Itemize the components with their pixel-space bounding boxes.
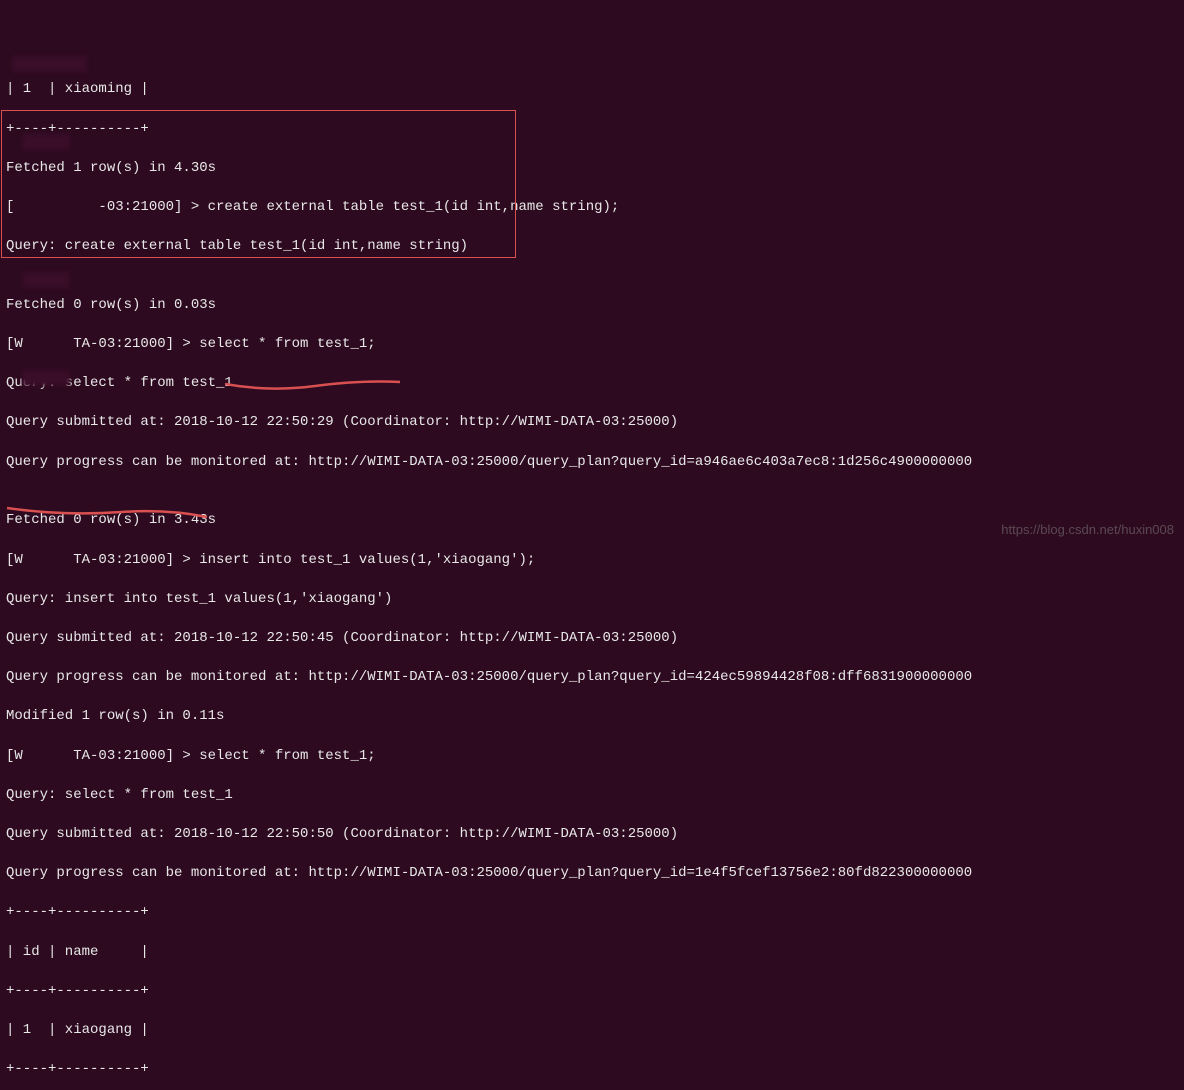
terminal-line: | 1 | xiaoming | [6, 80, 1178, 100]
terminal-line: Fetched 1 row(s) in 4.30s [6, 159, 1178, 179]
redacted-area [12, 56, 87, 72]
terminal-line: Query: select * from test_1 [6, 374, 1178, 394]
terminal-prompt-line: [W TA-03:21000] > insert into test_1 val… [6, 551, 1178, 571]
terminal-prompt-line: [W TA-03:21000] > select * from test_1; [6, 747, 1178, 767]
terminal-line: Query: select * from test_1 [6, 786, 1178, 806]
terminal-line: Query progress can be monitored at: http… [6, 864, 1178, 884]
terminal-line: | id | name | [6, 943, 1178, 963]
terminal-line: +----+----------+ [6, 120, 1178, 140]
terminal-line: Modified 1 row(s) in 0.11s [6, 707, 1178, 727]
terminal-line: Query submitted at: 2018-10-12 22:50:45 … [6, 629, 1178, 649]
terminal-line: Fetched 0 row(s) in 0.03s [6, 296, 1178, 316]
terminal-line: +----+----------+ [6, 1060, 1178, 1080]
redacted-area [22, 272, 70, 288]
terminal-line: | 1 | xiaogang | [6, 1021, 1178, 1041]
terminal-line: Query progress can be monitored at: http… [6, 668, 1178, 688]
terminal-line: Query: create external table test_1(id i… [6, 237, 1178, 257]
terminal-line: Query progress can be monitored at: http… [6, 453, 1178, 473]
terminal-line: +----+----------+ [6, 982, 1178, 1002]
terminal-prompt-line: [ -03:21000] > create external table tes… [6, 198, 1178, 218]
terminal-line: Query submitted at: 2018-10-12 22:50:29 … [6, 413, 1178, 433]
watermark-text: https://blog.csdn.net/huxin008 [1001, 521, 1174, 539]
terminal-line: Query: insert into test_1 values(1,'xiao… [6, 590, 1178, 610]
terminal-prompt-line: [W TA-03:21000] > select * from test_1; [6, 335, 1178, 355]
terminal-line: +----+----------+ [6, 903, 1178, 923]
terminal-line: Query submitted at: 2018-10-12 22:50:50 … [6, 825, 1178, 845]
